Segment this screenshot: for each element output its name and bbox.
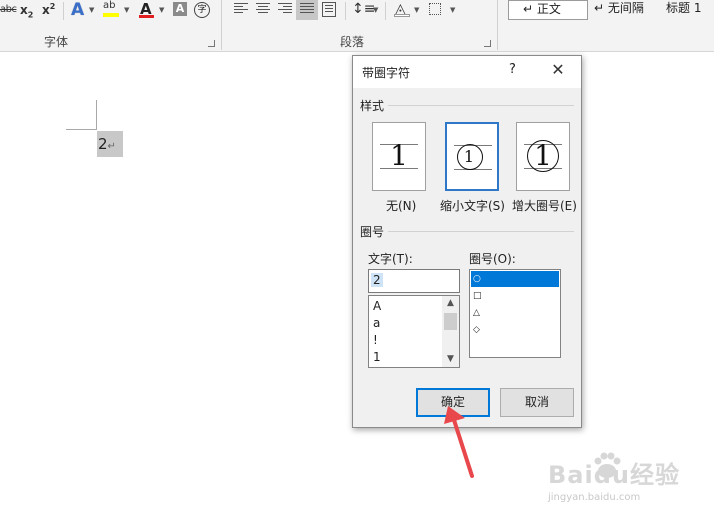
text-list-scrollbar[interactable]: ▲ ▼ <box>442 296 459 367</box>
style-no-spacing[interactable]: ↵ 无间隔 <box>588 0 658 20</box>
dialog-titlebar[interactable]: 带圈字符 ? ✕ <box>353 56 581 88</box>
line-spacing-dropdown-icon[interactable]: ▼ <box>373 6 378 14</box>
selected-document-text[interactable]: 2↵ <box>97 131 123 157</box>
text-effect-dropdown-icon[interactable]: ▼ <box>89 6 94 14</box>
superscript-mark: 2 <box>49 2 56 11</box>
crop-mark-vertical <box>96 100 97 130</box>
document-character: 2 <box>98 135 108 153</box>
style-heading-1[interactable]: 标题 1 <box>666 0 714 20</box>
enclosure-group-label: 圈号 <box>360 225 385 239</box>
close-button[interactable]: ✕ <box>547 59 569 81</box>
subscript-button[interactable]: x2 <box>20 3 33 19</box>
font-color-swatch <box>139 15 154 18</box>
selected-enclosure-row[interactable] <box>471 271 559 287</box>
enclosure-square-option[interactable]: □ <box>473 291 482 301</box>
ribbon-separator <box>385 2 386 20</box>
borders-dropdown-icon[interactable]: ▼ <box>450 6 455 14</box>
align-right-icon[interactable] <box>278 3 292 15</box>
shading-dropdown-icon[interactable]: ▼ <box>414 6 419 14</box>
superscript-button[interactable]: x2 <box>42 2 55 17</box>
style-enlarge-glyph: 1 <box>534 139 552 172</box>
scrollbar-thumb[interactable] <box>444 313 457 330</box>
style-option-enlarge-symbol[interactable]: 1 <box>516 122 570 191</box>
font-group-label: 字体 <box>44 35 69 49</box>
text-effect-button[interactable]: A <box>71 0 84 20</box>
font-color-dropdown-icon[interactable]: ▼ <box>159 6 164 14</box>
style-none-glyph: 1 <box>390 139 408 172</box>
text-input[interactable]: 2 <box>368 269 460 293</box>
distributed-icon[interactable] <box>322 2 336 17</box>
style-group-label: 样式 <box>360 99 385 113</box>
strikethrough-button[interactable]: abc <box>0 4 17 15</box>
enclosure-triangle-option[interactable]: △ <box>473 308 480 318</box>
watermark-brand: Baidu经验 <box>548 461 680 489</box>
highlight-color-swatch <box>103 13 119 17</box>
list-item[interactable]: ! <box>373 333 378 347</box>
watermark-url: jingyan.baidu.com <box>548 492 641 503</box>
font-dialog-launcher-icon[interactable] <box>208 40 215 47</box>
style-shrink-glyph: 1 <box>463 147 475 166</box>
paragraph-mark-icon: ↵ <box>107 141 116 152</box>
group-divider <box>388 105 574 106</box>
enclosure-listbox[interactable]: ○ □ △ ◇ <box>469 269 561 358</box>
watermark: Baidu经验 jingyan.baidu.com <box>548 447 698 507</box>
style-option-shrink-text[interactable]: 1 <box>445 122 499 191</box>
annotation-arrow-icon <box>444 406 474 478</box>
scroll-up-arrow-icon[interactable]: ▲ <box>442 296 459 311</box>
highlight-dropdown-icon[interactable]: ▼ <box>124 6 129 14</box>
scroll-down-arrow-icon[interactable]: ▼ <box>442 352 459 367</box>
style-option-none[interactable]: 1 <box>372 122 426 191</box>
list-item[interactable]: A <box>373 299 381 313</box>
paragraph-group-label: 段落 <box>340 35 365 49</box>
enclosure-diamond-option[interactable]: ◇ <box>473 325 480 335</box>
align-center-icon[interactable] <box>256 3 270 15</box>
group-divider <box>388 231 574 232</box>
ribbon: abc x2 x2 A ▼ ab ▼ A ▼ A 字 字体 ↕≡ ▼ ◬ ▼ ▼… <box>0 0 714 52</box>
cancel-button[interactable]: 取消 <box>500 388 574 417</box>
justify-icon <box>300 3 314 15</box>
borders-icon[interactable] <box>429 3 441 15</box>
list-item[interactable]: 1 <box>373 350 381 364</box>
crop-mark-horizontal <box>66 129 97 130</box>
enclose-characters-button[interactable]: 字 <box>194 2 210 18</box>
ribbon-separator <box>221 0 222 50</box>
enclosure-circle-option[interactable]: ○ <box>473 274 481 284</box>
line-spacing-icon[interactable]: ↕≡ <box>352 1 375 17</box>
dialog-title: 带圈字符 <box>362 66 411 80</box>
align-left-icon[interactable] <box>234 3 248 15</box>
text-input-value: 2 <box>371 273 383 287</box>
enclosure-field-label: 圈号(O): <box>469 252 516 266</box>
style-none-caption[interactable]: 无(N) <box>386 197 416 214</box>
shading-color-swatch <box>394 14 410 17</box>
character-shading-button[interactable]: A <box>173 2 187 16</box>
ribbon-separator <box>63 2 64 20</box>
paragraph-dialog-launcher-icon[interactable] <box>484 40 491 47</box>
text-listbox[interactable]: A a ! 1 ▲ ▼ <box>368 295 460 368</box>
style-enlarge-caption[interactable]: 增大圈号(E) <box>512 197 577 214</box>
text-field-label: 文字(T): <box>368 252 413 266</box>
ribbon-separator <box>497 0 498 50</box>
subscript-mark: 2 <box>27 10 34 20</box>
superscript-base: x <box>42 3 50 17</box>
style-shrink-caption[interactable]: 缩小文字(S) <box>440 197 505 214</box>
style-normal[interactable]: ↵ 正文 <box>508 0 588 20</box>
list-item[interactable]: a <box>373 316 380 330</box>
help-button[interactable]: ? <box>509 62 516 77</box>
subscript-base: x <box>20 3 28 17</box>
enclose-characters-dialog: 带圈字符 ? ✕ 样式 1 无(N) 1 缩小文字(S) 1 增大圈号(E) 圈… <box>352 55 582 428</box>
ribbon-separator <box>345 2 346 20</box>
highlight-button[interactable]: ab <box>103 0 115 11</box>
